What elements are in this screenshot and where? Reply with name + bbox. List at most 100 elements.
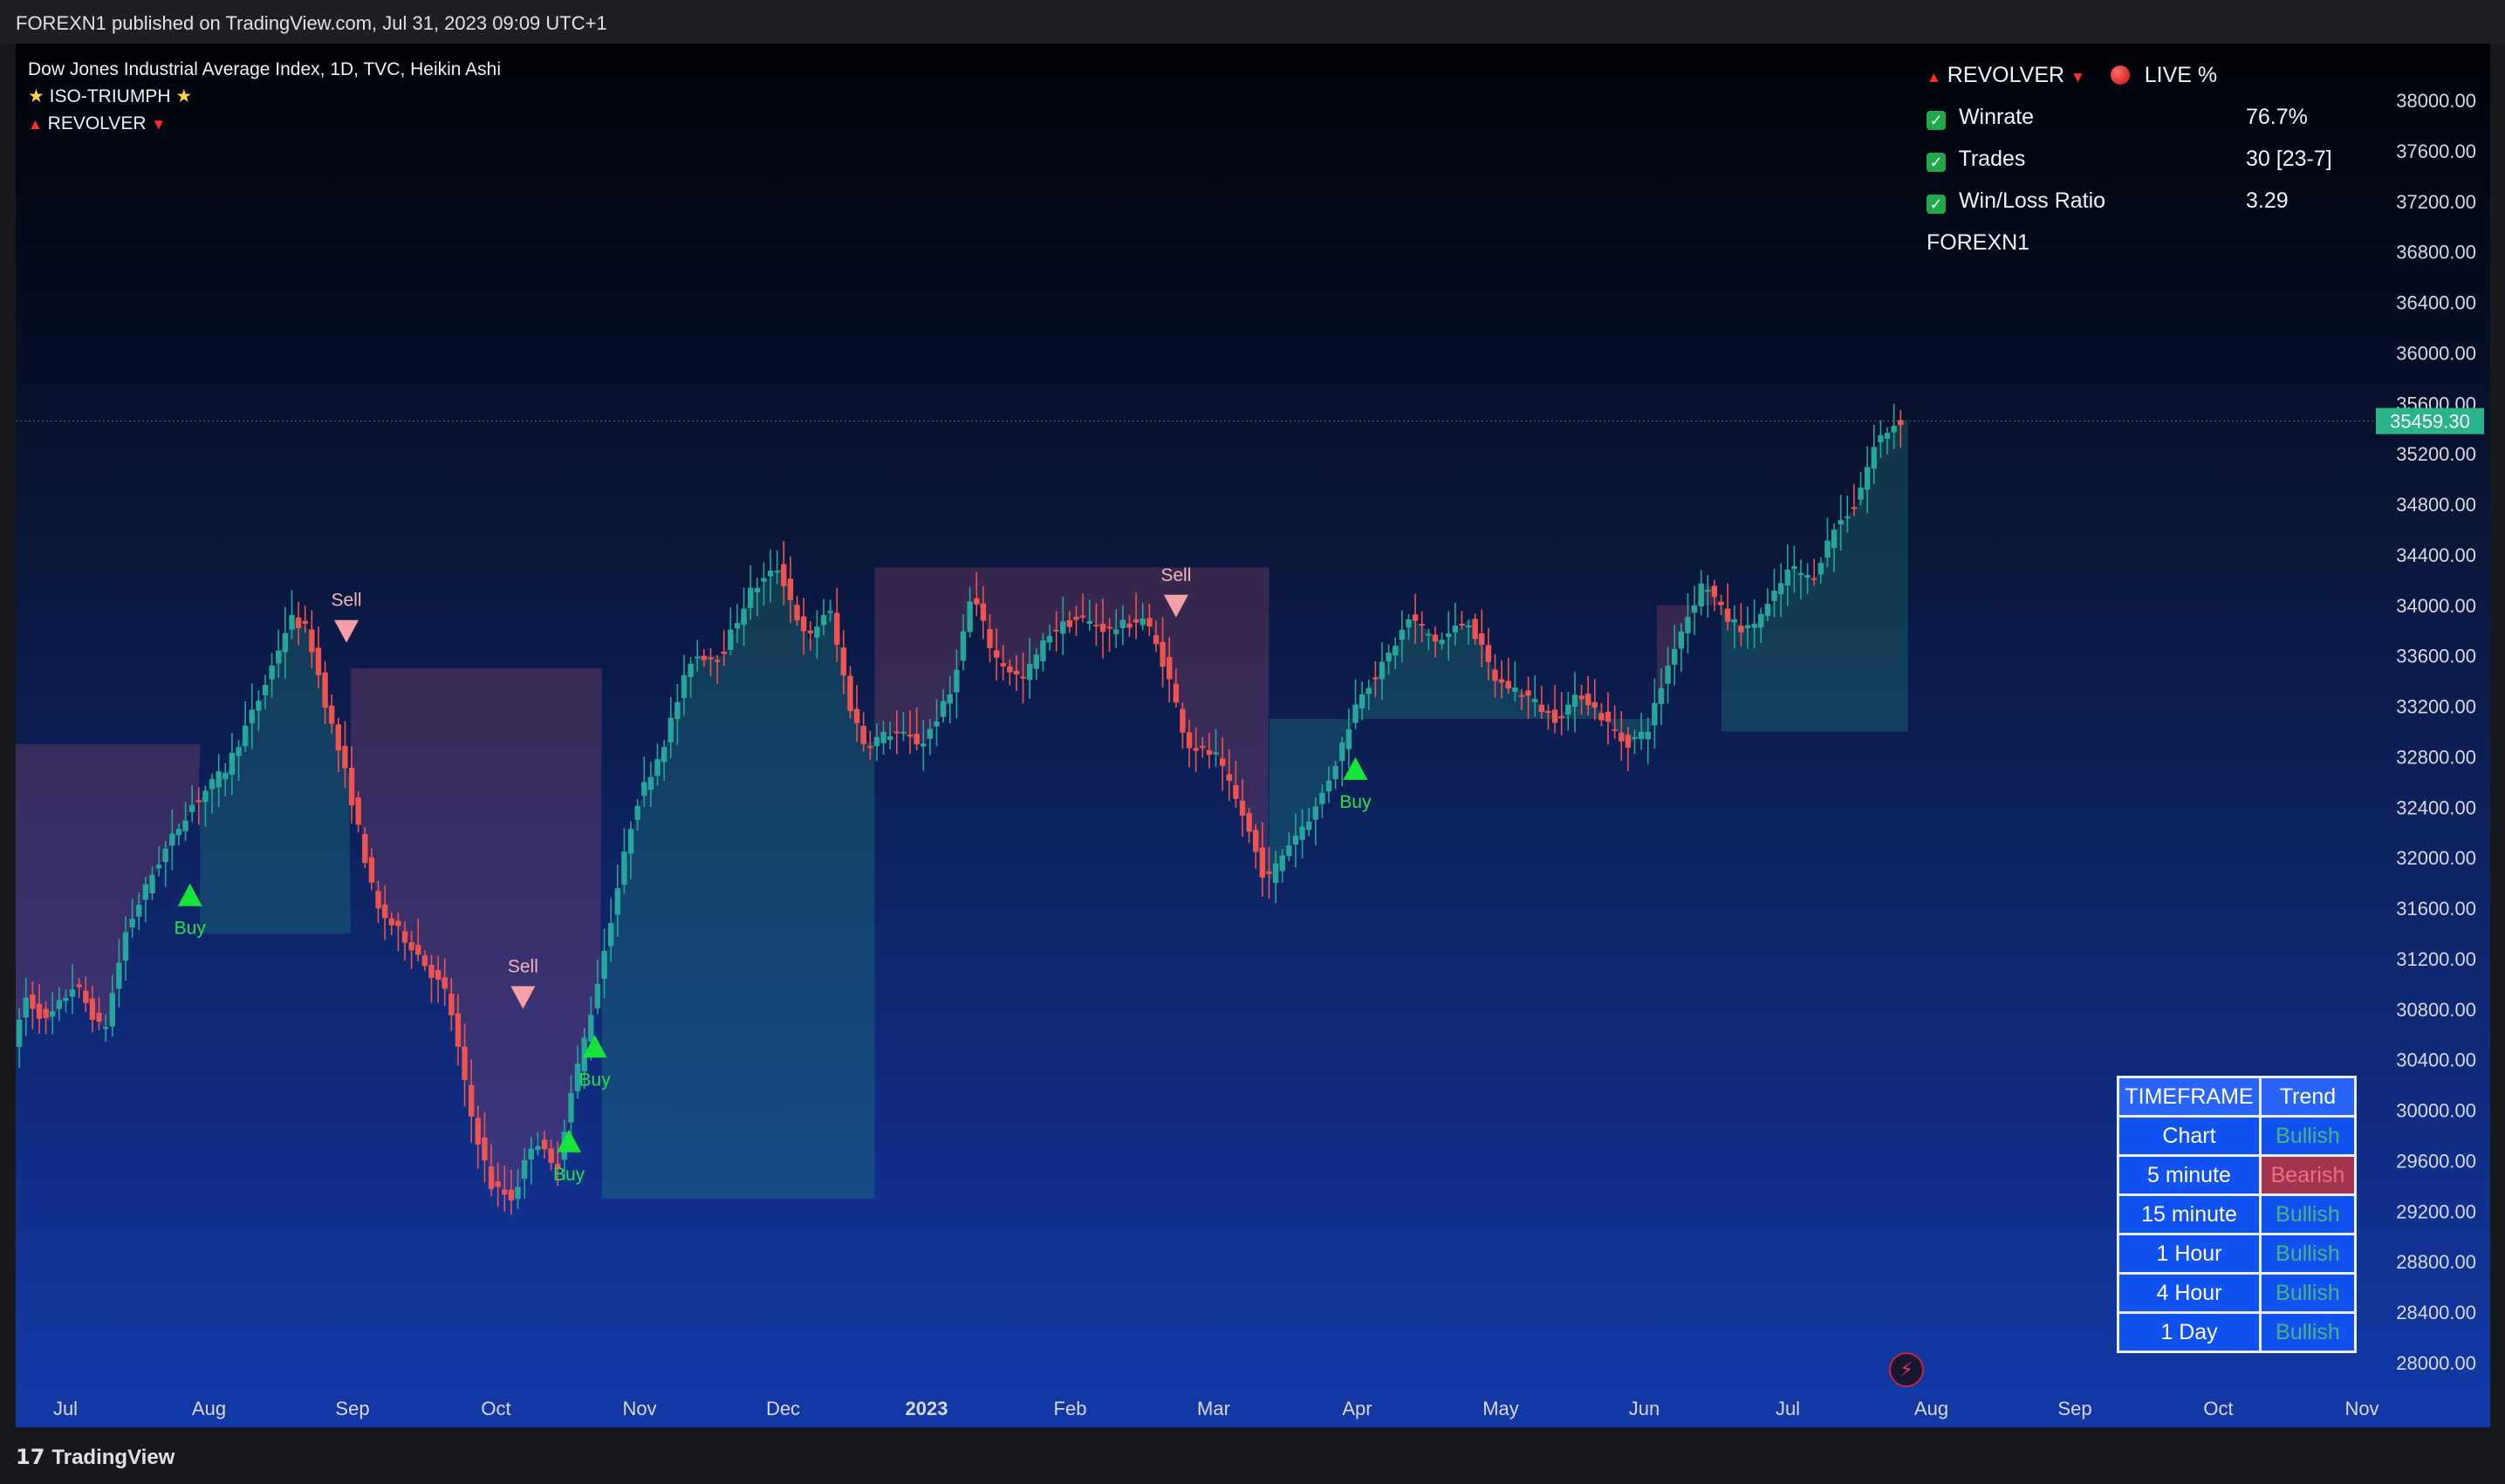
candle-body	[1239, 800, 1246, 817]
candle-body	[468, 1084, 475, 1117]
chart-frame[interactable]: Buy Sell Sell Buy Buy Sell Buy 38000.00 37600.00…	[16, 44, 2490, 1427]
candle-body	[1538, 704, 1545, 713]
candle-body	[761, 578, 767, 582]
candle-body	[1584, 694, 1591, 706]
candle-body	[441, 977, 448, 989]
candle-body	[1625, 735, 1632, 748]
candle-body	[1718, 601, 1724, 605]
x-tick-label: Oct	[481, 1398, 510, 1419]
candle-body	[867, 746, 873, 749]
candle-body	[309, 629, 315, 653]
table-row: 1 Day Bullish	[2117, 1311, 2357, 1353]
candle-body	[1292, 835, 1299, 845]
candle-body	[189, 804, 195, 812]
candle-body	[1638, 731, 1645, 740]
x-tick-label: 2023	[906, 1398, 948, 1419]
candle-body	[69, 989, 76, 997]
candle-body	[1685, 617, 1691, 633]
candle-body	[1033, 654, 1040, 669]
candle-body	[428, 964, 435, 978]
y-tick-label: 35200.00	[2396, 443, 2476, 465]
candle-body	[1445, 633, 1452, 638]
candle-body	[1678, 631, 1685, 649]
tradingview-logo[interactable]: 17 TradingView	[16, 1445, 175, 1470]
candle-body	[1665, 665, 1671, 684]
candle-body	[1691, 605, 1698, 613]
candle-body	[1532, 699, 1538, 702]
candle-body	[269, 665, 275, 680]
candle-body	[209, 778, 216, 790]
candle-body	[754, 588, 761, 592]
candle-body	[1492, 669, 1498, 681]
candle-body	[1811, 578, 1817, 580]
candle-body	[76, 984, 82, 988]
x-tick-label: Sep	[2057, 1398, 2091, 1419]
trend-value: Bullish	[2259, 1233, 2357, 1275]
y-tick-label: 28400.00	[2396, 1302, 2476, 1323]
candle-body	[1153, 634, 1160, 645]
candle-body	[182, 820, 188, 831]
candle-body	[435, 969, 441, 980]
footer-bar: 17 TradingView	[0, 1427, 2505, 1484]
legend-indicator-1[interactable]: ★ ISO-TRIUMPH ★	[28, 83, 501, 110]
candle-body	[1286, 845, 1292, 857]
candle-body	[30, 994, 36, 1009]
legend-indicator-2[interactable]: ▲ REVOLVER ▼	[28, 110, 501, 138]
candle-body	[1119, 619, 1126, 629]
candle-body	[1817, 563, 1824, 575]
candle-body	[89, 998, 96, 1021]
candle-body	[328, 705, 335, 724]
candle-body	[860, 726, 866, 744]
candle-body	[1219, 758, 1226, 766]
candle-body	[1518, 694, 1525, 697]
candle-body	[415, 944, 421, 955]
x-tick-label: Aug	[192, 1398, 226, 1419]
candle-body	[1166, 656, 1173, 680]
trend-value: Bullish	[2259, 1115, 2357, 1157]
legend-symbol[interactable]: Dow Jones Industrial Average Index, 1D, …	[28, 56, 501, 83]
candle-body	[1551, 709, 1558, 723]
candle-body	[83, 990, 89, 1003]
candle-body	[1193, 748, 1199, 751]
lightning-icon[interactable]: ⚡	[1889, 1352, 1924, 1387]
buy-label: Buy	[553, 1165, 585, 1185]
candle-body	[1365, 687, 1372, 694]
candle-body	[1744, 625, 1751, 629]
candle-body	[1253, 830, 1259, 852]
candle-body	[1305, 821, 1312, 831]
x-tick-label: Aug	[1914, 1398, 1948, 1419]
candle-body	[508, 1189, 515, 1200]
y-tick-label: 28800.00	[2396, 1251, 2476, 1273]
candle-body	[195, 800, 202, 803]
candle-body	[16, 1019, 23, 1047]
candle-body	[721, 651, 727, 654]
candle-body	[660, 747, 667, 763]
candle-body	[1173, 683, 1180, 703]
y-tick-label: 29200.00	[2396, 1200, 2476, 1222]
triangle-up-icon: ▲	[28, 116, 43, 133]
candle-body	[1046, 635, 1053, 643]
brand-name: TradingView	[51, 1446, 175, 1469]
candle-body	[1259, 847, 1266, 878]
legend-indicator-2-label: REVOLVER	[47, 113, 147, 133]
sell-label: Sell	[332, 591, 362, 611]
candle-body	[1339, 742, 1345, 762]
y-tick-label: 31200.00	[2396, 948, 2476, 970]
candle-body	[63, 997, 69, 1002]
candle-body	[129, 919, 135, 927]
x-tick-label: Jul	[1776, 1398, 1800, 1419]
candle-body	[1073, 617, 1079, 620]
candle-body	[242, 725, 249, 747]
candle-body	[528, 1148, 534, 1160]
candle-body	[827, 611, 833, 613]
candle-body	[701, 655, 708, 660]
candle-body	[934, 721, 940, 727]
candle-body	[794, 605, 800, 621]
candle-body	[1393, 646, 1399, 656]
stats-live: LIVE %	[2144, 63, 2218, 87]
x-tick-label: Apr	[1342, 1398, 1372, 1419]
candle-body	[395, 920, 401, 927]
candle-body	[1824, 540, 1831, 558]
checkmark-icon: ✓	[1927, 153, 1946, 172]
y-tick-label: 34800.00	[2396, 494, 2476, 516]
